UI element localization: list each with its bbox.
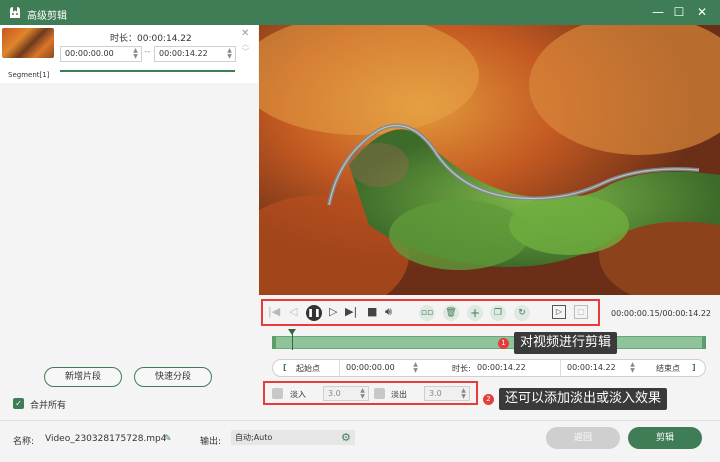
reset-icon[interactable]: ↻ <box>514 305 530 321</box>
go-to-start-icon[interactable]: |◀ <box>268 305 280 319</box>
add-segment-button[interactable]: 新增片段 <box>44 367 122 387</box>
stepper-icon[interactable]: ▲ ▼ <box>460 388 467 400</box>
output-label: 输出: <box>200 437 222 447</box>
fade-out-label: 淡出 <box>391 390 407 399</box>
start-bracket-icon[interactable]: [ <box>283 363 287 372</box>
range-separator: -- <box>144 47 151 57</box>
output-select[interactable]: 自动;Auto <box>231 430 355 445</box>
segment-end-field[interactable]: 00:00:14.22 ▲ ▼ <box>154 46 236 62</box>
annotation-badge-2: 2 <box>483 394 494 405</box>
edit-name-icon[interactable]: ✎ <box>164 434 172 444</box>
move-down-icon[interactable]: ﹀ <box>242 47 249 57</box>
trim-duration-value: 00:00:14.22 <box>477 363 526 372</box>
pause-icon[interactable]: ❚❚ <box>306 305 322 321</box>
stepper-icon[interactable]: ▲ ▼ <box>359 388 366 400</box>
quick-split-button[interactable]: 快速分段 <box>134 367 212 387</box>
app-logo-icon <box>10 7 20 18</box>
end-time-value: 00:00:14.22 <box>567 363 616 372</box>
stepper-icon[interactable]: ▲ ▼ <box>132 48 139 60</box>
delete-icon[interactable]: 🗑︎ <box>443 305 459 321</box>
copy-icon[interactable]: ❐ <box>490 305 506 321</box>
split-icon[interactable]: ▫▫ <box>419 305 435 321</box>
segment-start-value: 00:00:00.00 <box>65 49 114 58</box>
segment-item[interactable]: Segment[1] 时长：00:00:14.22 00:00:00.00 ▲ ▼… <box>0 25 258 83</box>
edit-button[interactable]: 剪辑 <box>628 427 702 449</box>
segment-label: Segment[1] <box>8 71 50 79</box>
segment-panel: Segment[1] 时长：00:00:14.22 00:00:00.00 ▲ ▼… <box>0 25 258 420</box>
filename-text: Video_230328175728.mp4 <box>45 434 167 444</box>
add-icon[interactable]: + <box>467 305 483 321</box>
segment-thumbnail <box>2 28 54 58</box>
stop-icon[interactable]: ■ <box>367 305 377 319</box>
window-title: 高级剪辑 <box>27 11 67 22</box>
segment-end-value: 00:00:14.22 <box>159 49 208 58</box>
annotation-badge-1: 1 <box>498 338 509 349</box>
close-icon[interactable]: ✕ <box>694 4 710 20</box>
segment-start-field[interactable]: 00:00:00.00 ▲ ▼ <box>60 46 142 62</box>
trim-duration-label: 时长: <box>452 364 471 373</box>
fade-in-label: 淡入 <box>290 390 306 399</box>
end-bracket-icon[interactable]: ] <box>692 363 696 372</box>
merge-all-checkbox[interactable]: ✓ <box>13 398 24 409</box>
end-time-field[interactable]: 00:00:14.22 ▲ ▼ <box>560 360 638 376</box>
annotation-note-1: 对视频进行剪辑 <box>514 332 618 354</box>
start-time-field[interactable]: 00:00:00.00 ▲ ▼ <box>339 360 421 376</box>
back-button[interactable]: 返回 <box>546 427 620 449</box>
video-preview[interactable] <box>259 25 720 295</box>
fade-out-field[interactable]: 3.0 ▲ ▼ <box>424 386 470 401</box>
playback-timecode: 00:00:00.15/00:00:14.22 <box>611 309 711 318</box>
segment-duration: 时长：00:00:14.22 <box>110 34 192 44</box>
start-time-value: 00:00:00.00 <box>346 363 395 372</box>
go-to-end-icon[interactable]: ▶| <box>345 305 357 319</box>
output-value: 自动;Auto <box>235 433 273 442</box>
maximize-icon[interactable]: ☐ <box>671 4 687 20</box>
delete-segment-icon[interactable]: ✕ <box>241 28 249 39</box>
mark-out-icon[interactable]: □ <box>574 305 588 319</box>
step-back-icon[interactable]: ◁ <box>289 305 297 319</box>
stepper-icon[interactable]: ▲ ▼ <box>629 362 636 374</box>
fade-out-value: 3.0 <box>429 389 442 398</box>
start-point-button[interactable]: 起始点 <box>296 363 320 374</box>
annotation-note-2: 还可以添加淡出或淡入效果 <box>499 388 668 410</box>
title-bar: 高级剪辑 — ☐ ✕ <box>0 0 720 25</box>
segment-progress-bar <box>60 70 235 72</box>
timeline-end-handle[interactable] <box>702 336 706 349</box>
fade-in-field[interactable]: 3.0 ▲ ▼ <box>323 386 369 401</box>
end-point-button[interactable]: 结束点 <box>656 363 680 374</box>
fade-out-checkbox[interactable] <box>374 388 385 399</box>
merge-all-label: 合并所有 <box>30 401 67 411</box>
advanced-editor-window: 高级剪辑 — ☐ ✕ Segment[1] 时长：00:00:14.22 00:… <box>0 0 720 462</box>
stepper-icon[interactable]: ▲ ▼ <box>412 362 419 374</box>
video-frame-image <box>259 25 720 295</box>
volume-icon[interactable]: 🔊︎ <box>385 305 392 319</box>
mark-in-icon[interactable]: ▷ <box>552 305 566 319</box>
timeline-track[interactable] <box>272 336 706 349</box>
fade-in-checkbox[interactable] <box>272 388 283 399</box>
minimize-icon[interactable]: — <box>650 4 666 20</box>
name-label: 名称: <box>13 437 35 447</box>
settings-gear-icon[interactable]: ⚙ <box>341 431 351 444</box>
timeline-start-handle[interactable] <box>272 336 276 349</box>
step-forward-icon[interactable]: ▷ <box>329 305 337 319</box>
stepper-icon[interactable]: ▲ ▼ <box>226 48 233 60</box>
playhead[interactable] <box>292 330 293 350</box>
fade-in-value: 3.0 <box>328 389 341 398</box>
